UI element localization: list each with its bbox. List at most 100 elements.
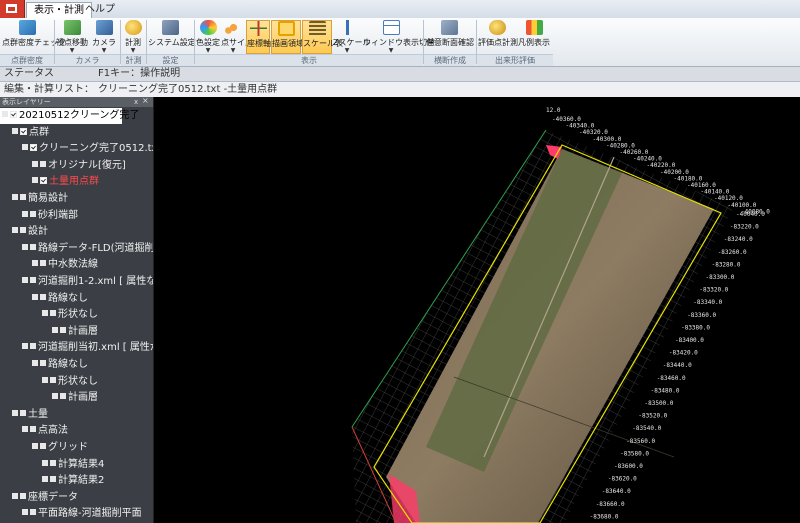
checkbox-icon[interactable] <box>30 243 36 250</box>
view-move-button[interactable]: 視点移動 ▼ <box>56 20 88 54</box>
layer-tree-label: 計画層 <box>68 325 98 337</box>
tree-node-bullet[interactable] <box>22 243 28 250</box>
checkbox-icon[interactable] <box>20 227 26 234</box>
layer-tree-item[interactable]: 河道掘削1-2.xml [ 属性な <box>0 274 153 290</box>
eval-point-button[interactable]: 評価点計測 <box>478 20 518 54</box>
pin-icon[interactable]: ⅹ <box>134 97 138 107</box>
layer-tree-item[interactable]: 土量 <box>0 407 48 423</box>
checkbox-icon[interactable] <box>30 210 36 217</box>
checkbox-icon[interactable] <box>50 310 56 317</box>
point-cloud-viewport[interactable]: 12.0 -40360.0 -40340.0 -40320.0 -40300.0 -402… <box>154 97 800 523</box>
tree-node-bullet[interactable] <box>42 376 48 383</box>
layer-tree-item[interactable]: 点高法 <box>0 423 68 439</box>
tree-node-bullet[interactable] <box>22 343 28 350</box>
edit-list-value[interactable]: クリーニング完了0512.txt -土量用点群 <box>98 83 277 97</box>
app-menu-button[interactable] <box>0 0 25 18</box>
layer-tree-item[interactable]: 20210512クリーング完了 <box>0 108 139 124</box>
checkbox-icon[interactable] <box>50 459 56 466</box>
layer-tree-item[interactable]: 形状なし <box>0 307 98 323</box>
layer-tree-item[interactable]: 計算結果2 <box>0 473 104 489</box>
z-scale-button[interactable]: Zスケール ▼ <box>333 20 370 54</box>
layer-tree-item[interactable]: 中水数法線 <box>0 257 98 273</box>
checkbox-icon[interactable] <box>30 343 36 350</box>
tree-node-bullet[interactable] <box>12 409 18 416</box>
checkbox-icon[interactable] <box>40 160 46 167</box>
layer-tree-item[interactable]: 計画層 <box>0 324 98 340</box>
tree-node-bullet[interactable] <box>42 459 48 466</box>
section-icon <box>440 20 458 35</box>
density-check-button[interactable]: 点群密度チェック <box>2 20 66 54</box>
checkbox-checked-icon[interactable] <box>10 111 17 118</box>
tree-node-bullet[interactable] <box>42 476 48 483</box>
tree-node-bullet[interactable] <box>32 360 38 366</box>
layer-tree-item[interactable]: 形状なし <box>0 374 98 390</box>
layer-tree-item[interactable]: 土量用点群 <box>0 174 99 190</box>
cross-section-button[interactable]: 任意断面確認 <box>426 20 474 54</box>
checkbox-icon[interactable] <box>20 492 26 499</box>
checkbox-checked-icon[interactable] <box>40 177 47 185</box>
layer-tree-item[interactable]: 設計 <box>0 224 48 240</box>
checkbox-icon[interactable] <box>60 326 66 333</box>
tree-node-bullet[interactable] <box>12 227 18 234</box>
tree-node-bullet[interactable] <box>12 194 18 200</box>
layer-tree-item[interactable]: 路線なし <box>0 357 88 373</box>
tree-node-bullet[interactable] <box>12 127 18 134</box>
checkbox-icon[interactable] <box>30 277 36 283</box>
close-icon[interactable]: × <box>142 97 149 106</box>
tree-node-bullet[interactable] <box>32 293 38 300</box>
tree-node-bullet[interactable] <box>22 509 28 516</box>
tab-help[interactable]: ヘルプ <box>78 2 122 18</box>
layer-tree-item[interactable]: 平面路線-河道掘削平面 <box>0 506 142 522</box>
scale-right-tick: -83600.0 <box>614 463 643 470</box>
checkbox-icon[interactable] <box>40 360 46 366</box>
layer-tree-item[interactable]: オリジナル[復元] <box>0 158 126 174</box>
checkbox-icon[interactable] <box>40 293 46 300</box>
layer-tree-item[interactable]: 河道掘削当初.xml [ 属性が <box>0 340 153 356</box>
checkbox-icon[interactable] <box>60 393 66 400</box>
tree-node-bullet[interactable] <box>22 426 28 433</box>
scale-right-tick: -83380.0 <box>681 324 710 331</box>
tree-node-bullet[interactable] <box>22 144 28 151</box>
checkbox-icon[interactable] <box>30 509 36 516</box>
tree-node-bullet[interactable] <box>42 310 48 317</box>
layer-tree-item[interactable]: 座標データ <box>0 490 78 506</box>
tree-node-bullet[interactable] <box>32 260 38 267</box>
tree-node-bullet[interactable] <box>22 277 28 283</box>
checkbox-icon[interactable] <box>30 426 36 433</box>
checkbox-icon[interactable] <box>40 443 46 449</box>
layer-tree-item[interactable]: 砂利端部 <box>0 208 78 224</box>
layer-tree-item[interactable]: 簡易設計 <box>0 191 68 207</box>
checkbox-checked-icon[interactable] <box>30 144 37 152</box>
tree-node-bullet[interactable] <box>12 492 18 499</box>
layer-tree-item[interactable]: 点群 <box>0 125 49 141</box>
draw-area-button[interactable]: 描画領域 <box>271 20 304 54</box>
layer-tree-item[interactable]: 計画層 <box>0 390 98 406</box>
point-size-button[interactable]: 点サイズ ▼ <box>221 20 253 54</box>
tree-node-bullet[interactable] <box>32 177 38 184</box>
tree-node-bullet[interactable] <box>32 160 38 167</box>
layer-tree-item[interactable]: 路線なし <box>0 291 88 307</box>
tree-node-bullet[interactable] <box>52 393 58 400</box>
axis-toggle-button[interactable]: 座標軸 <box>246 20 271 54</box>
system-settings-button[interactable]: システム設定 <box>148 20 196 54</box>
legend-button[interactable]: 凡例表示 <box>518 20 550 54</box>
checkbox-icon[interactable] <box>50 376 56 383</box>
tree-node-bullet[interactable] <box>52 326 58 333</box>
checkbox-icon[interactable] <box>40 260 46 267</box>
checkbox-icon[interactable] <box>20 194 26 200</box>
checkbox-icon[interactable] <box>50 476 56 483</box>
measure-button[interactable]: 計測 ▼ <box>122 20 144 54</box>
window-toggle-button[interactable]: ウィンドウ表示切替 ▼ <box>363 20 435 54</box>
layer-tree-item[interactable]: 計算結果4 <box>0 457 104 473</box>
color-settings-button[interactable]: 色設定 ▼ <box>196 20 220 54</box>
layer-tree-item[interactable]: グリッド <box>0 440 88 456</box>
camera-button[interactable]: カメラ ▼ <box>90 20 118 54</box>
layer-tree-item[interactable]: 路線データ-FLD(河道掘削 <box>0 241 153 257</box>
layer-tree-item[interactable]: クリーニング完了0512.txt <box>0 141 153 157</box>
tree-node-bullet[interactable] <box>22 210 28 217</box>
checkbox-checked-icon[interactable] <box>20 127 27 135</box>
checkbox-icon[interactable] <box>20 409 26 416</box>
scale-table-button[interactable]: スケール表 <box>302 20 343 54</box>
tree-node-bullet[interactable] <box>32 443 38 449</box>
tree-node-bullet[interactable] <box>2 111 8 117</box>
